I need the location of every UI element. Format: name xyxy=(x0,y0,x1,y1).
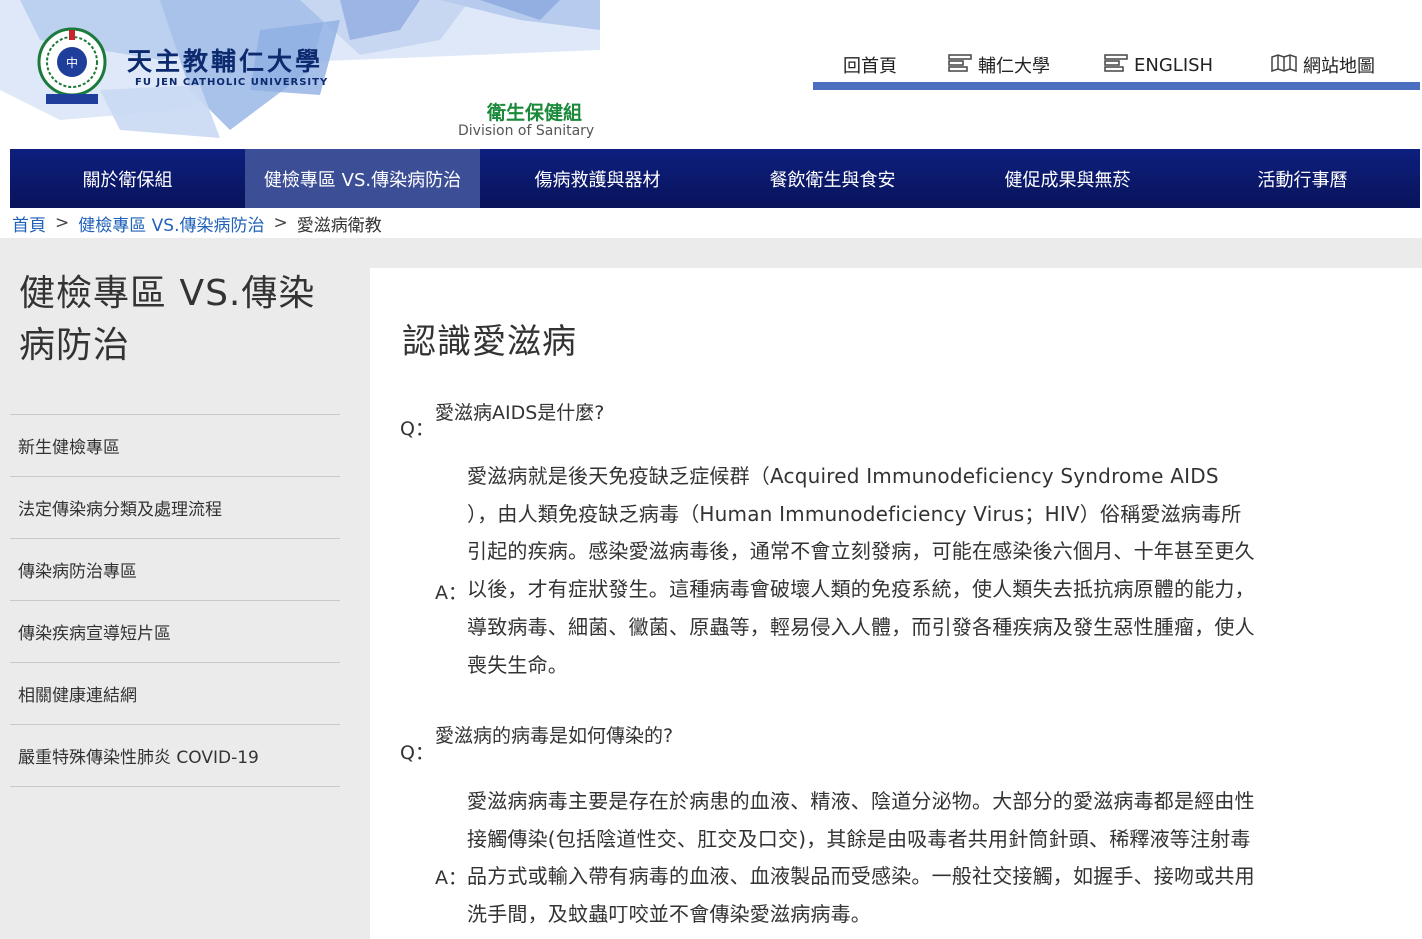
answer-line: 品方式或輸入帶有病毒的血液、血液製品而受感染。一般社交接觸，如握手、接吻或共用 xyxy=(467,864,1255,889)
answer-line: 愛滋病病毒主要是存在於病患的血液、精液、陰道分泌物。大部分的愛滋病毒都是經由性 xyxy=(467,789,1255,813)
breadcrumb-home[interactable]: 首頁 xyxy=(12,211,46,236)
sitemap-link-label: 網站地圖 xyxy=(1303,56,1375,77)
university-name-zh[interactable]: 天主教輔仁大學 xyxy=(127,42,323,78)
sidebar-item-notifiable-diseases[interactable]: 法定傳染病分類及處理流程 xyxy=(10,476,340,538)
sidebar-item-health-links[interactable]: 相關健康連結網 xyxy=(10,662,340,724)
sidebar-title-line2: 病防治 xyxy=(19,325,131,366)
sidebar-title: 健檢專區 VS.傳染 病防治 xyxy=(19,268,340,372)
answer-line: 愛滋病就是後天免疫缺乏症候群（Acquired Immunodeficiency… xyxy=(467,464,1219,488)
main-content: 認識愛滋病 Q： 愛滋病AIDS是什麼? A： 愛滋病就是後天免疫缺乏症候群（A… xyxy=(370,268,1422,939)
sitemap-link[interactable]: 網站地圖 xyxy=(1271,52,1375,78)
division-name-zh: 衛生保健組 xyxy=(487,102,583,124)
sidebar-item-videos[interactable]: 傳染疾病宣導短片區 xyxy=(10,600,340,662)
breadcrumb-section[interactable]: 健檢專區 VS.傳染病防治 xyxy=(78,211,264,236)
university-seal-logo: 中 xyxy=(37,27,107,104)
breadcrumb-separator: > xyxy=(273,213,288,233)
answer-label: A： xyxy=(435,867,467,889)
main-nav: 關於衛保組 健檢專區 VS.傳染病防治 傷病救護與器材 餐飲衛生與食安 健促成果… xyxy=(10,149,1420,208)
nav-health-promotion[interactable]: 健促成果與無菸 xyxy=(950,149,1185,208)
breadcrumb-separator: > xyxy=(55,213,70,233)
answer-text: 愛滋病就是後天免疫缺乏症候群（Acquired Immunodeficiency… xyxy=(467,458,1287,684)
question-text: 愛滋病AIDS是什麼? xyxy=(435,402,605,424)
question-text: 愛滋病的病毒是如何傳染的? xyxy=(435,725,674,747)
question-label: Q： xyxy=(400,742,434,764)
home-link-label: 回首頁 xyxy=(843,56,897,77)
sidebar-menu: 新生健檢專區 法定傳染病分類及處理流程 傳染病防治專區 傳染疾病宣導短片區 相關… xyxy=(10,414,340,787)
fju-link[interactable]: 輔仁大學 xyxy=(948,52,1050,78)
sidebar: 健檢專區 VS.傳染 病防治 新生健檢專區 法定傳染病分類及處理流程 傳染病防治… xyxy=(10,268,340,787)
home-link[interactable]: 回首頁 xyxy=(843,52,897,78)
breadcrumb: 首頁 > 健檢專區 VS.傳染病防治 > 愛滋病衛教 xyxy=(12,210,382,236)
answer-label: A： xyxy=(435,582,467,604)
english-link-label: ENGLISH xyxy=(1134,54,1214,76)
division-name-en: Division of Sanitary xyxy=(458,123,595,139)
answer-line: 導致病毒、細菌、黴菌、原蟲等，輕易侵入人體，而引發各種疾病及發生惡性腫瘤，使人 xyxy=(467,614,1255,639)
answer-line: 接觸傳染(包括陰道性交、肛交及口交)，其餘是由吸毒者共用針筒針頭、稀釋液等注射毒 xyxy=(467,826,1251,851)
svg-text:中: 中 xyxy=(66,55,78,70)
answer-line: 以後，才有症狀發生。這種病毒會破壞人類的免疫系統，使人類失去抵抗病原體的能力， xyxy=(467,577,1255,602)
nav-about[interactable]: 關於衛保組 xyxy=(10,149,245,208)
site-header: 中 天主教輔仁大學 FU JEN CATHOLIC UNIVERSITY 衛生保… xyxy=(0,0,1422,150)
answer-line: 喪失生命。 xyxy=(467,652,568,677)
nav-health-check-infectious[interactable]: 健檢專區 VS.傳染病防治 xyxy=(245,149,480,208)
answer-line: ），由人類免疫缺乏病毒（Human Immunodeficiency Virus… xyxy=(467,501,1242,526)
nav-first-aid[interactable]: 傷病救護與器材 xyxy=(480,149,715,208)
nav-food-safety[interactable]: 餐飲衛生與食安 xyxy=(715,149,950,208)
sidebar-title-line1: 健檢專區 VS.傳染 xyxy=(19,273,316,314)
question-label: Q： xyxy=(400,418,434,440)
sidebar-item-infectious-prevention[interactable]: 傳染病防治專區 xyxy=(10,538,340,600)
nav-calendar[interactable]: 活動行事曆 xyxy=(1185,149,1420,208)
fju-link-label: 輔仁大學 xyxy=(978,56,1050,77)
university-name-en[interactable]: FU JEN CATHOLIC UNIVERSITY xyxy=(135,77,328,88)
page-title: 認識愛滋病 xyxy=(402,322,577,362)
answer-text: 愛滋病病毒主要是存在於病患的血液、精液、陰道分泌物。大部分的愛滋病毒都是經由性 … xyxy=(467,783,1287,934)
answer-line: 引起的疾病。感染愛滋病毒後，通常不會立刻發病，可能在感染後六個月、十年甚至更久 xyxy=(467,539,1255,564)
breadcrumb-current: 愛滋病衛教 xyxy=(296,215,382,236)
sitemap-icon xyxy=(1271,53,1297,77)
top-links-underline xyxy=(813,82,1420,90)
sidebar-item-freshman-checkup[interactable]: 新生健檢專區 xyxy=(10,414,340,476)
sidebar-item-covid19[interactable]: 嚴重特殊傳染性肺炎 COVID-19 xyxy=(10,724,340,787)
english-link[interactable]: ENGLISH xyxy=(1104,52,1213,78)
top-links: 回首頁 輔仁大學 ENGLISH 網站地圖 xyxy=(813,52,1420,82)
answer-line: 洗手間，及蚊蟲叮咬並不會傳染愛滋病病毒。 xyxy=(467,902,871,927)
list-icon xyxy=(948,53,972,77)
list-icon xyxy=(1104,53,1128,77)
